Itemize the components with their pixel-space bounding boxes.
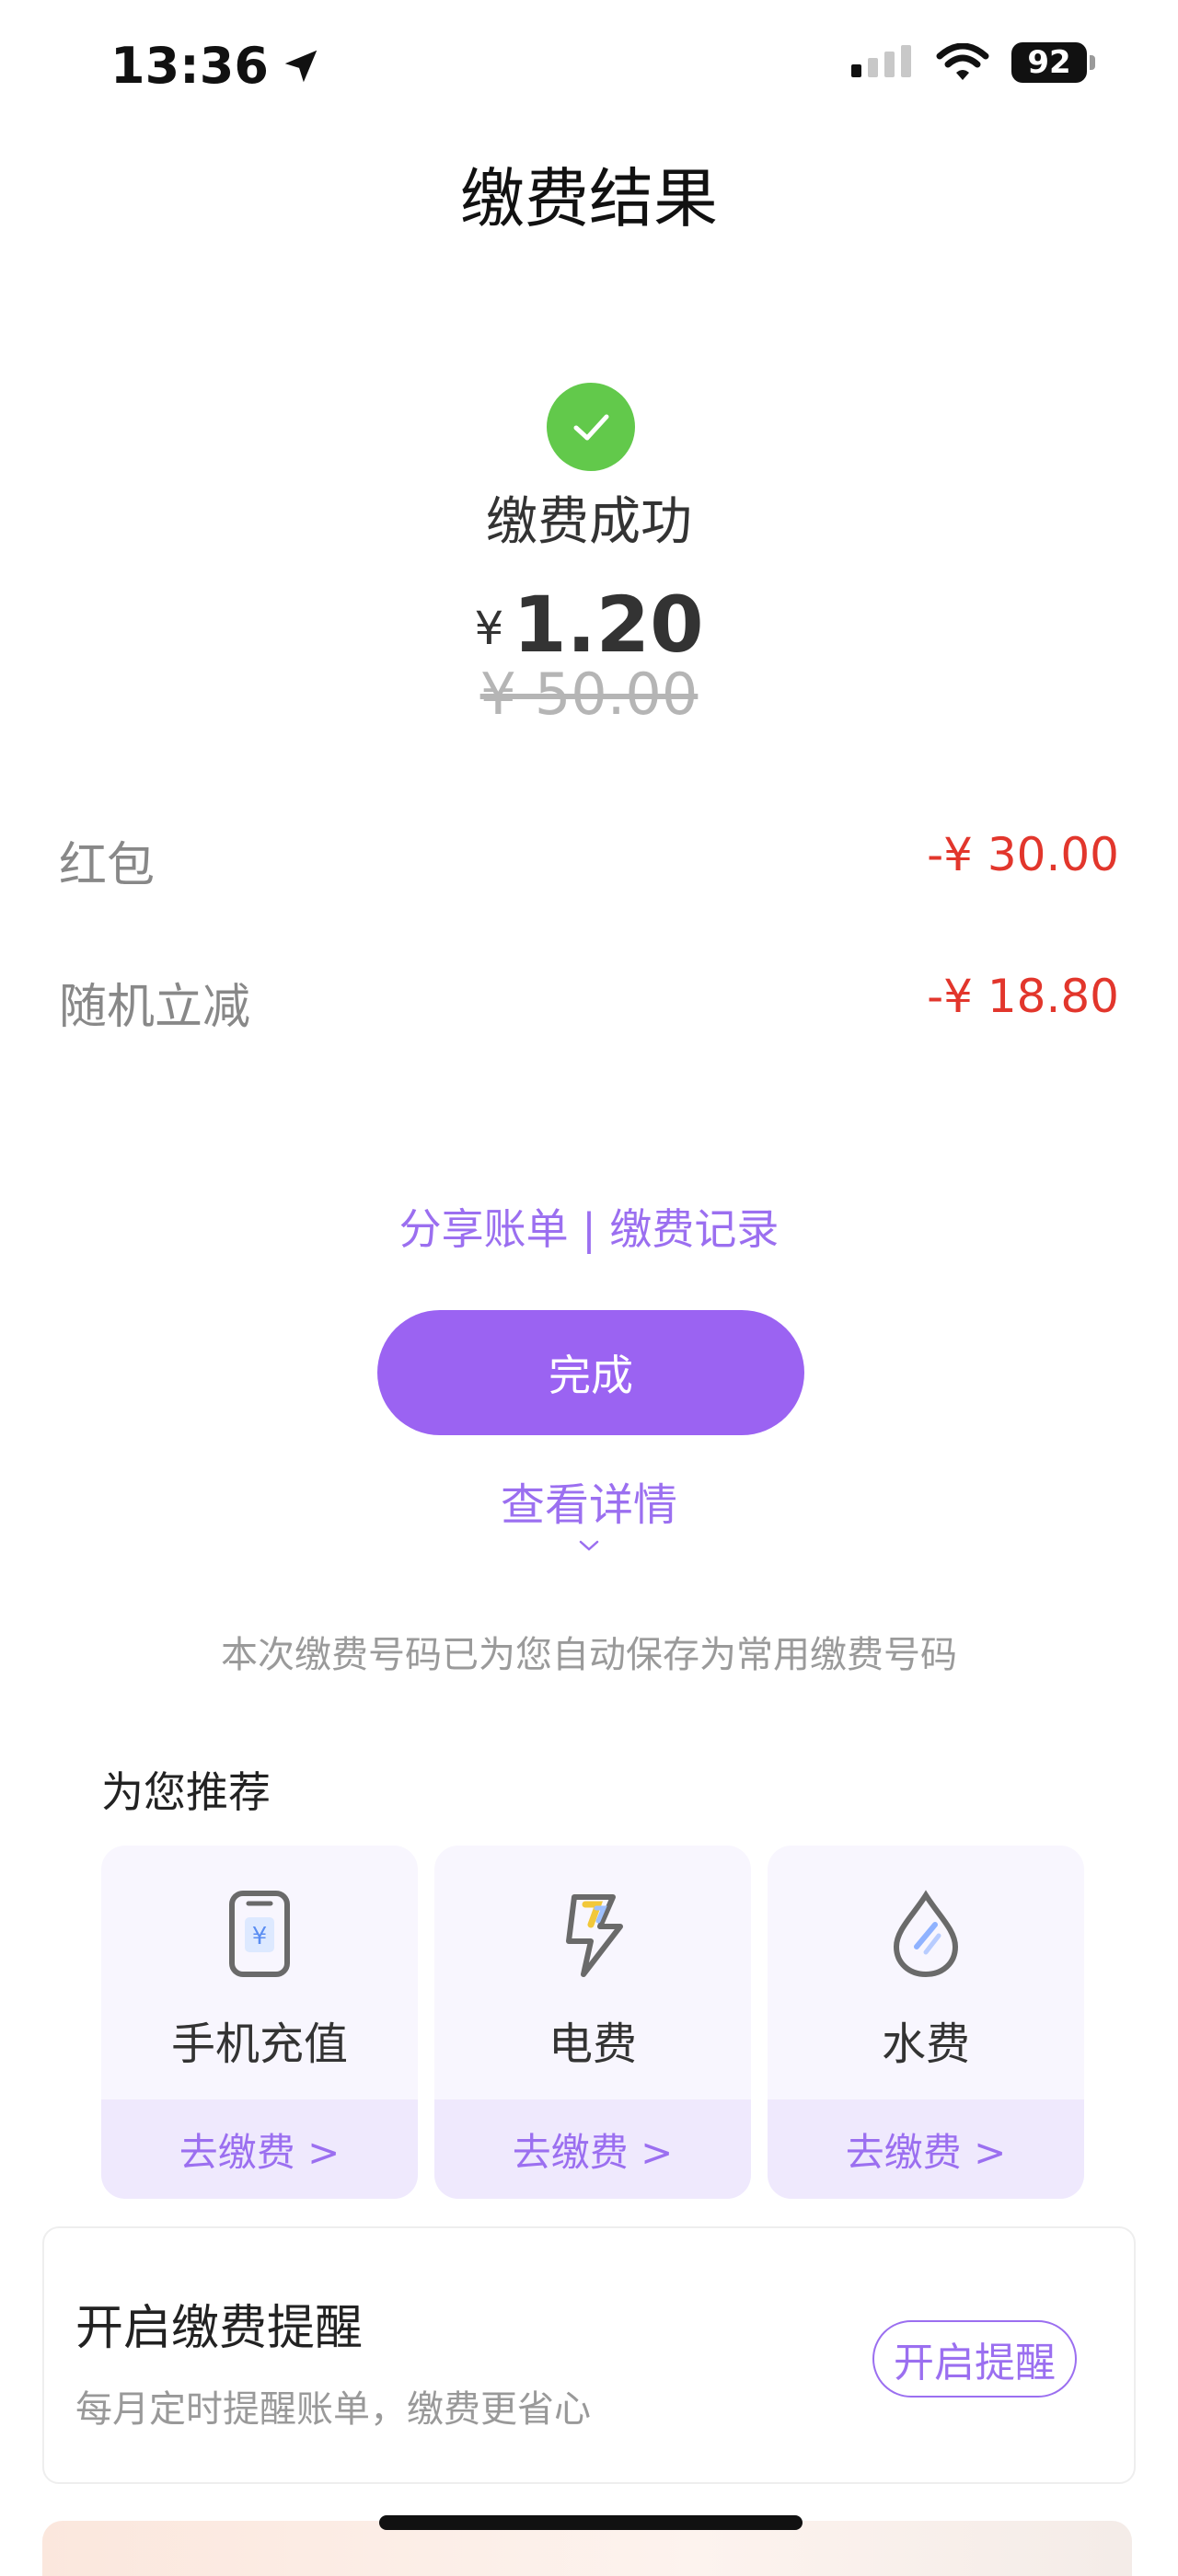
battery-tip [1090, 55, 1095, 70]
recommend-title: 为您推荐 [101, 1767, 271, 1817]
paid-amount: ¥1.20 [0, 580, 1178, 670]
share-bill-link[interactable]: 分享账单 [399, 1204, 569, 1254]
discount-label-random: 随机立减 [59, 980, 251, 1035]
phone-recharge-icon: ¥ [229, 1891, 290, 1977]
go-pay-button[interactable]: 去缴费 > [101, 2099, 418, 2199]
wifi-icon [936, 43, 989, 80]
status-time: 13:36 [110, 37, 322, 95]
amount-value: 1.20 [513, 580, 704, 670]
success-check-icon [547, 383, 635, 471]
recommend-label: 水费 [881, 2018, 970, 2070]
battery-level: 92 [1011, 42, 1087, 83]
discount-label-red-packet: 红包 [59, 838, 156, 893]
battery-indicator: 92 [1011, 42, 1095, 83]
payment-record-link[interactable]: 缴费记录 [609, 1204, 779, 1254]
recommend-label: 手机充值 [170, 2018, 348, 2070]
recommend-card-electricity[interactable]: 电费 去缴费 > [434, 1846, 751, 2199]
discount-value-red-packet: -¥ 30.00 [927, 828, 1119, 881]
home-indicator[interactable] [379, 2515, 803, 2530]
cellular-signal-icon [851, 45, 911, 77]
view-details-link[interactable]: 查看详情 [0, 1468, 1178, 1533]
svg-text:¥: ¥ [252, 1923, 268, 1950]
lightning-icon [566, 1894, 623, 1977]
chevron-down-icon[interactable] [578, 1535, 600, 1557]
payment-reminder-card: 开启缴费提醒 每月定时提醒账单，缴费更省心 开启提醒 [42, 2226, 1136, 2484]
recommend-card-phone[interactable]: ¥ 手机充值 去缴费 > [101, 1846, 418, 2199]
time-text: 13:36 [110, 37, 269, 95]
reminder-title: 开启缴费提醒 [75, 2301, 364, 2356]
currency-symbol: ¥ [474, 602, 504, 655]
done-button[interactable]: 完成 [377, 1310, 804, 1435]
link-separator: | [582, 1204, 596, 1254]
enable-reminder-button[interactable]: 开启提醒 [872, 2320, 1077, 2398]
discount-value-random: -¥ 18.80 [927, 970, 1119, 1023]
location-arrow-icon [284, 50, 318, 82]
recommend-label: 电费 [548, 2018, 637, 2070]
bill-links: 分享账单 | 缴费记录 [0, 1196, 1178, 1257]
page-title: 缴费结果 [460, 161, 718, 236]
water-drop-icon [893, 1890, 959, 1978]
recommend-card-water[interactable]: 水费 去缴费 > [768, 1846, 1084, 2199]
go-pay-button[interactable]: 去缴费 > [434, 2099, 751, 2199]
status-indicators: 92 [851, 42, 1095, 83]
saved-number-note: 本次缴费号码已为您自动保存为常用缴费号码 [221, 1634, 957, 1676]
go-pay-button[interactable]: 去缴费 > [768, 2099, 1084, 2199]
payment-status: 缴费成功 [486, 492, 692, 552]
reminder-subtitle: 每月定时提醒账单，缴费更省心 [75, 2388, 591, 2431]
original-amount: ¥ 50.00 [479, 661, 699, 728]
